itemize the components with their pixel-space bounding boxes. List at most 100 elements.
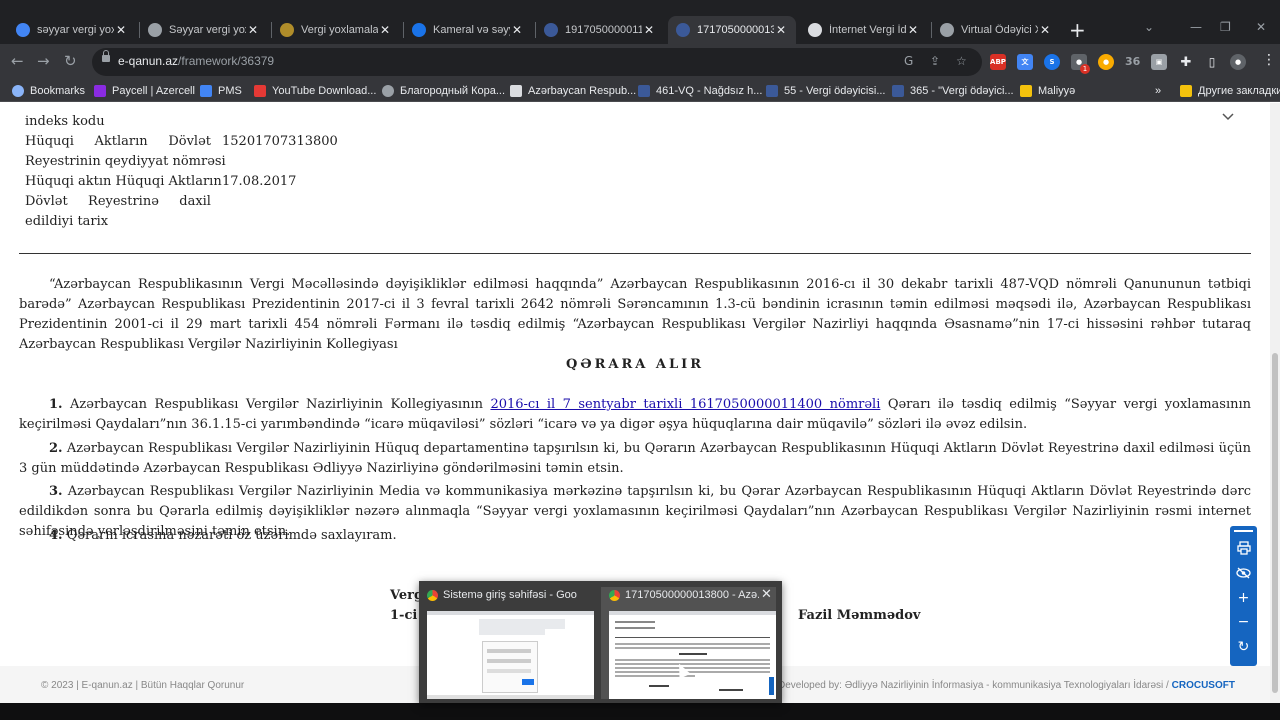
developer-brand-link[interactable]: CROCUSOFT bbox=[1172, 680, 1235, 691]
browser-tab[interactable]: İnternet Vergi İda ✕ bbox=[800, 16, 928, 44]
browser-tab[interactable]: 191705000001148✕ bbox=[536, 16, 664, 44]
bookmark-item[interactable]: Azərbaycan Respub... bbox=[510, 83, 636, 99]
window-preview-title: 17170500000013800 - Azə... bbox=[609, 589, 759, 601]
reload-icon[interactable]: ↻ bbox=[64, 52, 77, 70]
chevron-down-icon[interactable] bbox=[1222, 111, 1234, 123]
close-window-icon[interactable]: ✕ bbox=[1256, 20, 1266, 34]
bookmark-item[interactable]: PMS bbox=[200, 83, 242, 99]
tab-search-icon[interactable]: ⌄ bbox=[1144, 20, 1154, 34]
doc-icon bbox=[638, 85, 650, 97]
browser-tab[interactable]: Virtual Ödəyici Xi ✕ bbox=[932, 16, 1060, 44]
paycell-icon bbox=[94, 85, 106, 97]
eye-slash-icon[interactable] bbox=[1234, 563, 1253, 582]
zoom-out-icon[interactable]: − bbox=[1234, 612, 1253, 631]
print-icon[interactable] bbox=[1234, 538, 1253, 557]
doc-icon bbox=[676, 23, 690, 37]
window-title-text: Sistemə giriş səhifəsi - Google ... bbox=[443, 589, 577, 601]
folder-icon bbox=[1180, 85, 1192, 97]
browser-tab[interactable]: Kameral və səyyar✕ bbox=[404, 16, 532, 44]
meta-reg-number-label-1: Hüquqi Aktların Dövlət bbox=[25, 134, 211, 149]
bookmark-item[interactable]: Maliyyə bbox=[1020, 83, 1075, 99]
extension-counter[interactable]: 36 bbox=[1125, 55, 1140, 68]
bookmark-label: Maliyyə bbox=[1038, 85, 1076, 97]
other-bookmarks-folder[interactable]: Другие закладки bbox=[1180, 83, 1280, 99]
scrollbar-thumb[interactable] bbox=[1272, 353, 1278, 693]
bookmark-star-icon[interactable]: ☆ bbox=[956, 54, 967, 68]
meta-reg-number-label-2: Reyestrinin qeydiyyat nömrəsi bbox=[25, 154, 226, 169]
zoom-in-icon[interactable]: + bbox=[1234, 588, 1253, 607]
browser-tab[interactable]: 17170500000138✕ bbox=[668, 16, 796, 44]
lock-icon[interactable] bbox=[102, 50, 110, 62]
accessibility-toolbar: + − ↻ bbox=[1230, 526, 1257, 666]
back-arrow-icon[interactable]: ← bbox=[11, 52, 24, 70]
globe-icon bbox=[382, 85, 394, 97]
browser-tab[interactable]: Səyyar vergi yoxla✕ bbox=[140, 16, 268, 44]
google-icon bbox=[16, 23, 30, 37]
forward-arrow-icon[interactable]: → bbox=[37, 52, 50, 70]
url-host: e-qanun.az bbox=[118, 54, 179, 68]
close-tab-icon[interactable]: ✕ bbox=[246, 23, 260, 37]
label-word: Hüquqi bbox=[25, 134, 74, 149]
footer-copyright: © 2023 | E-qanun.az | Bütün Haqqlar Qoru… bbox=[41, 680, 245, 691]
close-tab-icon[interactable]: ✕ bbox=[510, 23, 524, 37]
close-tab-icon[interactable]: ✕ bbox=[774, 23, 788, 37]
meta-reg-date-label-1: Hüquqi aktın Hüquqi Aktların bbox=[25, 174, 222, 189]
extension-box-icon[interactable]: ▣ bbox=[1151, 54, 1167, 70]
bookmark-item[interactable]: 461-VQ - Nağdsız h... bbox=[638, 83, 762, 99]
extensions-puzzle-icon[interactable]: ✚ bbox=[1178, 54, 1194, 70]
window-preview-2[interactable]: 17170500000013800 - Azə... ✕ bbox=[601, 587, 776, 699]
window-preview-1[interactable]: Sistemə giriş səhifəsi - Google ... bbox=[419, 587, 594, 699]
item-number: 4. bbox=[49, 528, 63, 543]
bookmark-item[interactable]: Благородный Кора... bbox=[382, 83, 505, 99]
extension-s-icon[interactable]: S bbox=[1044, 54, 1060, 70]
translate-icon[interactable]: 文 bbox=[1017, 54, 1033, 70]
reset-icon[interactable]: ↻ bbox=[1234, 637, 1253, 656]
google-lens-icon[interactable]: G bbox=[904, 54, 913, 68]
decision-item-1: 1. Azərbaycan Respublikası Vergilər Nazi… bbox=[19, 395, 1251, 435]
folder-icon bbox=[1020, 85, 1032, 97]
browser-tab[interactable]: səyyar vergi yoxla✕ bbox=[8, 16, 136, 44]
bookmark-item[interactable]: Paycell | Azercell bbox=[94, 83, 195, 99]
close-tab-icon[interactable]: ✕ bbox=[906, 23, 920, 37]
bookmark-item[interactable]: YouTube Download... bbox=[254, 83, 376, 99]
url-path: /framework/36379 bbox=[178, 54, 275, 68]
item-text: Qərarın icrasına nəzarəti öz üzərimdə sa… bbox=[62, 528, 397, 543]
bookmark-label: PMS bbox=[218, 85, 242, 97]
profile-avatar[interactable]: ● bbox=[1230, 54, 1246, 70]
tab-title: 191705000001148 bbox=[565, 24, 642, 36]
bookmark-item[interactable]: 365 - "Vergi ödəyici... bbox=[892, 83, 1014, 99]
window-thumbnail bbox=[427, 611, 594, 699]
bookmarks-overflow-button[interactable]: » bbox=[1155, 83, 1161, 99]
bookmark-label: Paycell | Azercell bbox=[112, 85, 195, 97]
item-number: 2. bbox=[49, 441, 63, 456]
new-tab-icon[interactable]: + bbox=[1069, 18, 1086, 42]
bookmark-label: 55 - Vergi ödəyicisi... bbox=[784, 85, 886, 97]
close-tab-icon[interactable]: ✕ bbox=[1038, 23, 1052, 37]
bookmarks-bar: Bookmarks Paycell | Azercell PMS YouTube Do… bbox=[0, 80, 1280, 102]
address-bar[interactable]: e-qanun.az/framework/36379 G ⇪ ☆ bbox=[92, 48, 982, 76]
extension-coin-icon[interactable]: ● bbox=[1098, 54, 1114, 70]
close-window-icon[interactable]: ✕ bbox=[761, 587, 772, 602]
label-word: Dövlət bbox=[25, 194, 68, 209]
browser-tab[interactable]: Vergi yoxlamaları ✕ bbox=[272, 16, 400, 44]
minimize-icon[interactable]: — bbox=[1190, 20, 1202, 34]
side-panel-icon[interactable]: ▯ bbox=[1204, 54, 1220, 70]
adblock-icon[interactable]: ABP bbox=[990, 54, 1006, 70]
label-word: Dövlət bbox=[168, 134, 211, 149]
close-tab-icon[interactable]: ✕ bbox=[378, 23, 392, 37]
emblem-icon bbox=[280, 23, 294, 37]
close-tab-icon[interactable]: ✕ bbox=[114, 23, 128, 37]
menu-kebab-icon[interactable]: ⋮ bbox=[1262, 52, 1276, 68]
bookmark-item[interactable]: 55 - Vergi ödəyicisi... bbox=[766, 83, 886, 99]
page-scrollbar[interactable] bbox=[1270, 103, 1280, 703]
extension-badge: 1 bbox=[1080, 64, 1090, 74]
restore-icon[interactable]: ❐ bbox=[1220, 20, 1231, 34]
item-text: Azərbaycan Respublikası Vergilər Nazirli… bbox=[62, 397, 491, 412]
close-tab-icon[interactable]: ✕ bbox=[642, 23, 656, 37]
share-icon[interactable]: ⇪ bbox=[930, 54, 940, 68]
bookmark-label: Azərbaycan Respub... bbox=[528, 85, 637, 97]
referenced-decision-link[interactable]: 2016-cı il 7 sentyabr tarixli 1617050000… bbox=[490, 397, 880, 412]
download-icon bbox=[254, 85, 266, 97]
url-text[interactable]: e-qanun.az/framework/36379 bbox=[118, 54, 274, 68]
bookmark-item[interactable]: Bookmarks bbox=[12, 83, 85, 99]
